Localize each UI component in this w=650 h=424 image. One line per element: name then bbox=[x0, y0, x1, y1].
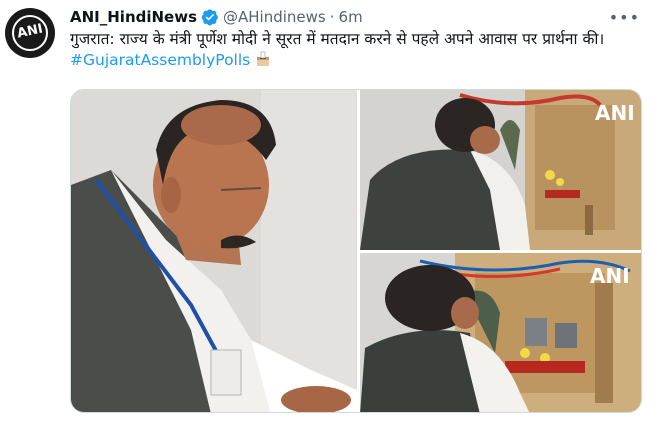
timestamp[interactable]: 6m bbox=[339, 8, 363, 26]
verified-badge-icon bbox=[201, 9, 218, 26]
tweet-text: गुजरात: राज्य के मंत्री पूर्णेश मोदी ने … bbox=[70, 29, 640, 71]
photo-bottom-right-image: ANI bbox=[360, 253, 641, 412]
more-options-icon[interactable]: ••• bbox=[609, 8, 640, 27]
ani-watermark-top: ANI bbox=[595, 101, 635, 125]
photo-main[interactable] bbox=[71, 90, 357, 412]
user-handle[interactable]: @AHindinews bbox=[223, 8, 326, 26]
photo-bottom-right[interactable]: ANI bbox=[360, 253, 641, 412]
display-name[interactable]: ANI_HindiNews bbox=[70, 8, 197, 26]
photo-main-image bbox=[71, 90, 357, 412]
tweet-body: गुजरात: राज्य के मंत्री पूर्णेश मोदी ने … bbox=[70, 30, 605, 48]
hashtag-link[interactable]: #GujaratAssemblyPolls bbox=[70, 51, 250, 69]
ani-watermark-bottom: ANI bbox=[590, 264, 630, 288]
tweet-header: ANI_HindiNews @AHindinews · 6m ••• bbox=[70, 6, 640, 28]
separator-dot: · bbox=[329, 8, 335, 26]
photo-top-right-image: ANI bbox=[360, 90, 641, 250]
photo-top-right[interactable]: ANI bbox=[360, 90, 641, 250]
avatar[interactable]: ANI bbox=[5, 8, 55, 58]
ballot-box-icon bbox=[257, 51, 270, 66]
media-grid: ANI ANI bbox=[70, 89, 642, 413]
